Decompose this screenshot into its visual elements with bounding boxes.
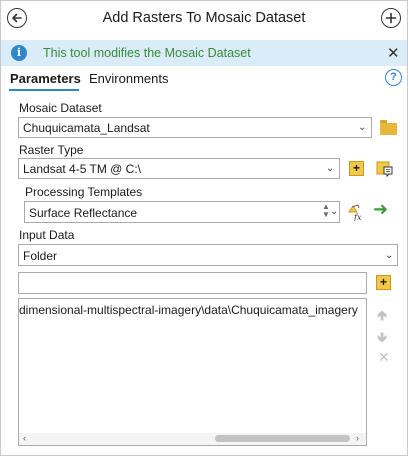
processing-templates-label: Processing Templates: [25, 185, 143, 199]
spin-icon: ▲ ▼: [322, 202, 330, 219]
processing-templates-dropdown[interactable]: Surface Reflectance ▲ ▼ ⌄: [24, 201, 340, 223]
add-icon[interactable]: [381, 8, 401, 28]
active-tab-indicator: [9, 89, 79, 91]
scroll-left-icon[interactable]: ‹: [23, 433, 26, 443]
raster-type-label: Raster Type: [19, 143, 84, 157]
tab-parameters[interactable]: Parameters: [10, 71, 81, 86]
chevron-down-icon: ⌄: [330, 206, 339, 217]
help-icon[interactable]: ?: [385, 69, 402, 86]
svg-text:fx: fx: [353, 213, 362, 221]
paths-list[interactable]: dimensional-multispectral-imagery\data\C…: [18, 298, 367, 446]
scrollbar-thumb[interactable]: [215, 435, 350, 442]
folder-icon[interactable]: [380, 120, 397, 135]
info-icon: i: [11, 45, 27, 61]
add-raster-type-icon[interactable]: +: [349, 161, 364, 176]
chevron-down-icon: ⌄: [385, 250, 394, 261]
raster-type-dropdown[interactable]: Landsat 4-5 TM @ C:\ ⌄: [18, 158, 340, 179]
move-up-icon[interactable]: 🢁: [377, 305, 387, 329]
mosaic-dataset-dropdown[interactable]: Chuquicamata_Landsat ⌄: [18, 117, 372, 138]
raster-type-properties-icon[interactable]: [376, 161, 393, 180]
scroll-right-icon[interactable]: ›: [356, 433, 359, 443]
mosaic-dataset-label: Mosaic Dataset: [19, 101, 102, 115]
chevron-down-icon: ⌄: [358, 122, 367, 133]
info-message: This tool modifies the Mosaic Dataset: [43, 46, 251, 60]
horizontal-scrollbar[interactable]: ‹ ›: [19, 433, 366, 445]
path-input[interactable]: [18, 272, 367, 294]
arrow-right-icon[interactable]: ➜: [373, 199, 388, 220]
raster-type-value: Landsat 4-5 TM @ C:\: [23, 162, 142, 176]
input-data-label: Input Data: [19, 228, 75, 242]
mosaic-dataset-value: Chuquicamata_Landsat: [23, 121, 150, 135]
tool-title: Add Rasters To Mosaic Dataset: [102, 10, 306, 26]
remove-icon[interactable]: ✕: [378, 349, 390, 366]
chevron-down-icon: ⌄: [326, 163, 335, 174]
tab-environments[interactable]: Environments: [89, 71, 168, 86]
processing-templates-value: Surface Reflectance: [29, 206, 138, 220]
input-data-value: Folder: [23, 249, 58, 263]
add-path-icon[interactable]: +: [376, 275, 391, 290]
list-item[interactable]: dimensional-multispectral-imagery\data\C…: [19, 303, 364, 317]
function-editor-icon[interactable]: fx: [346, 203, 364, 224]
close-icon[interactable]: ✕: [387, 44, 400, 62]
move-down-icon[interactable]: 🢃: [377, 327, 387, 351]
input-data-dropdown[interactable]: Folder ⌄: [18, 244, 398, 266]
